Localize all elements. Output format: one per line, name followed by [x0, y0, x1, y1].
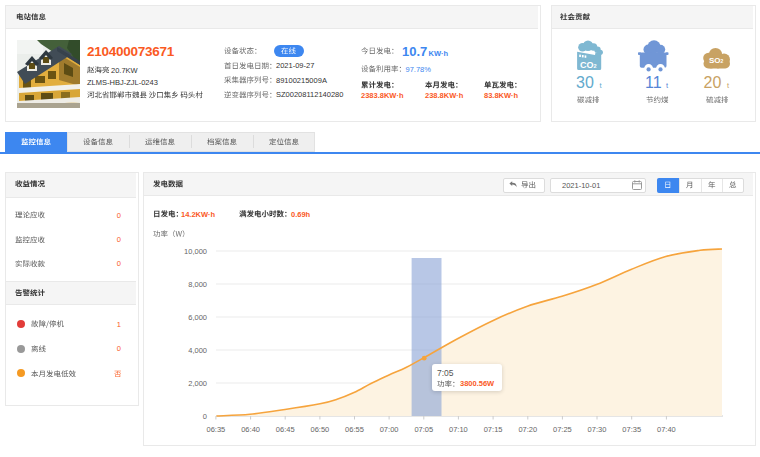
- svg-text:SO2: SO2: [709, 56, 724, 65]
